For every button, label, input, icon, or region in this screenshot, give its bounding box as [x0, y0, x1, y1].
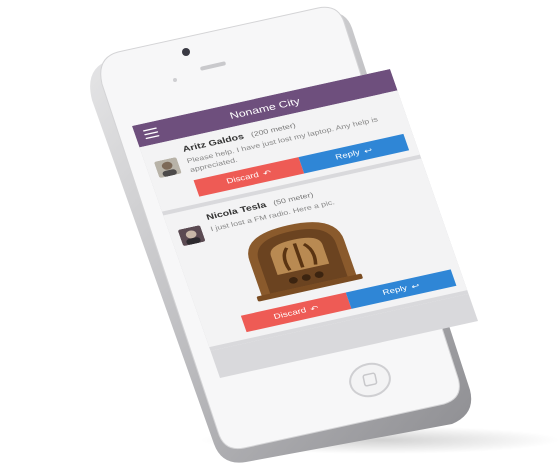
avatar: [177, 225, 206, 247]
discard-label: Discard: [225, 170, 261, 186]
reply-label: Reply: [334, 148, 362, 162]
reply-label: Reply: [381, 284, 409, 297]
reply-arrow-icon: ↩: [410, 281, 421, 291]
undo-arrow-icon: ↶: [261, 168, 273, 178]
undo-arrow-icon: ↶: [309, 303, 320, 314]
avatar: [153, 156, 182, 179]
hamburger-menu-icon[interactable]: [142, 127, 160, 140]
discard-label: Discard: [272, 306, 308, 321]
reply-arrow-icon: ↩: [362, 146, 374, 156]
